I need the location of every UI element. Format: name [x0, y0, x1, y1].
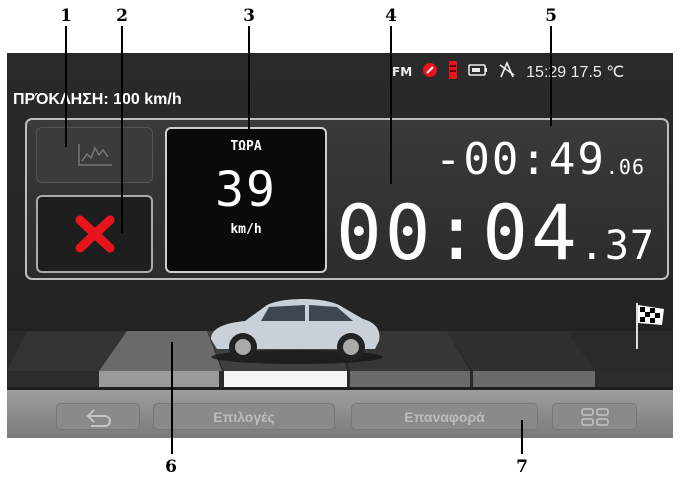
callout-7: 7 — [516, 457, 528, 477]
timer-fraction: .37 — [579, 223, 655, 269]
device-screen: FM 15:29 17.5 ℃ ΠΡΌΚΛΗΣΗ: 100 km/h ΤΩΡΑ … — [7, 53, 673, 438]
time-text: 15:29 — [526, 64, 567, 81]
bottom-toolbar: Επιλογές Επαναφορά — [7, 390, 673, 438]
leader-line-2 — [121, 26, 123, 233]
menu-button[interactable] — [552, 403, 637, 430]
leader-line-6 — [171, 342, 173, 454]
difference-fraction: .06 — [605, 155, 645, 179]
grid-menu-icon — [580, 407, 609, 426]
options-button[interactable]: Επιλογές — [153, 403, 335, 430]
leader-line-4 — [390, 26, 392, 184]
callout-6: 6 — [165, 457, 177, 477]
temperature-text: 17.5 ℃ — [570, 64, 625, 81]
gps-satellite-icon — [498, 60, 516, 83]
cancel-button[interactable] — [36, 195, 153, 273]
time-difference: -00:49.06 — [435, 134, 645, 185]
callout-5: 5 — [545, 6, 557, 26]
elapsed-timer: 00:04.37 — [336, 188, 655, 277]
card-icon — [468, 64, 488, 80]
graph-button[interactable] — [36, 127, 153, 183]
speed-value: 39 — [215, 162, 277, 218]
callout-3: 3 — [243, 6, 255, 26]
difference-main: -00:49 — [434, 134, 606, 185]
leader-line-3 — [248, 26, 250, 137]
challenge-label: ΠΡΌΚΛΗΣΗ: 100 km/h — [13, 91, 182, 108]
car-image — [205, 295, 383, 371]
finish-flag-icon — [632, 301, 668, 355]
back-icon — [86, 408, 111, 427]
callout-4: 4 — [385, 6, 397, 26]
close-icon — [75, 215, 114, 253]
speed-unit: km/h — [230, 222, 262, 237]
clock: 15:29 17.5 ℃ — [526, 62, 624, 82]
leader-line-1 — [65, 26, 67, 147]
callout-1: 1 — [60, 6, 72, 26]
chart-icon — [77, 144, 112, 166]
timer-main: 00:04 — [335, 188, 580, 277]
status-bar: FM 15:29 17.5 ℃ — [392, 60, 624, 84]
reset-button[interactable]: Επαναφορά — [351, 403, 538, 430]
current-speed-box: ΤΩΡΑ 39 km/h — [165, 127, 327, 273]
battery-level-icon — [448, 60, 458, 84]
radio-indicator: FM — [392, 65, 413, 79]
leader-line-5 — [550, 26, 552, 126]
back-button[interactable] — [56, 403, 140, 430]
compass-icon — [422, 62, 438, 82]
leader-line-7 — [521, 420, 523, 454]
callout-2: 2 — [116, 6, 128, 26]
speed-label: ΤΩΡΑ — [230, 139, 262, 154]
